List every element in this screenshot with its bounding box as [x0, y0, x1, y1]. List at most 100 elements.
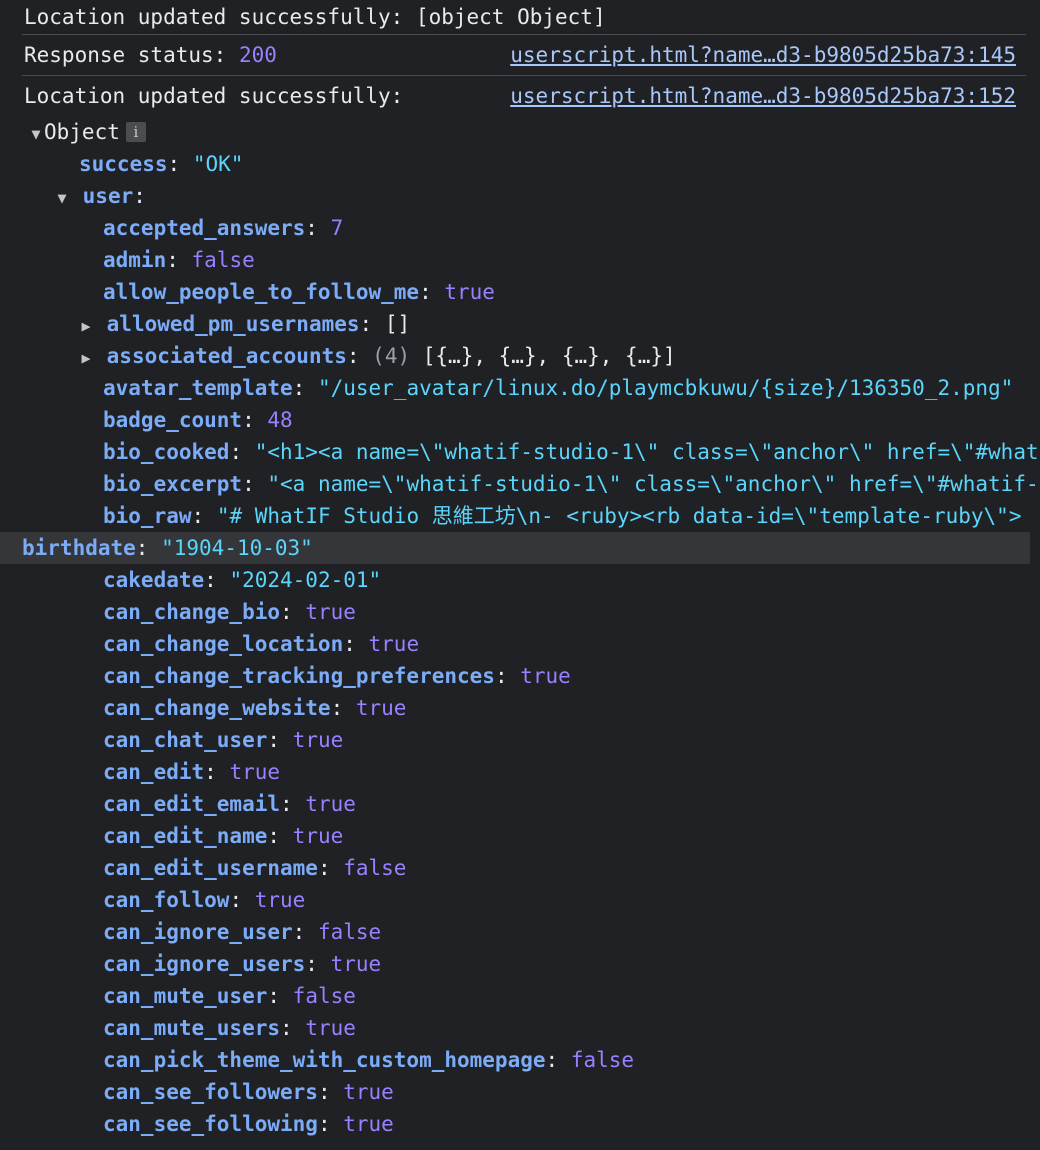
- console-message: Location updated successfully: [object O…: [22, 0, 1026, 34]
- source-link[interactable]: userscript.html?name…d3-b9805d25ba73:145: [510, 35, 1026, 75]
- property-value: "# WhatIF Studio 思維工坊\n- <ruby><rb data-…: [216, 504, 1022, 528]
- property-value: "1904-10-03": [161, 536, 313, 560]
- property-value: true: [254, 888, 306, 912]
- property-value: "<h1><a name=\"whatif-studio-1\" class=\…: [254, 440, 1040, 464]
- property-value: true: [305, 1016, 356, 1040]
- property-row: can_change_location: true: [103, 632, 420, 656]
- property-row: success: "OK": [79, 152, 244, 176]
- property-row: can_pick_theme_with_custom_homepage: fal…: [103, 1048, 635, 1072]
- property-value: false: [191, 248, 255, 272]
- property-key: can_mute_user: [103, 984, 268, 1008]
- property-row[interactable]: ▶ associated_accounts: (4) [{…}, {…}, {……: [22, 340, 1040, 372]
- array-count: (4): [372, 344, 411, 368]
- property-row: cakedate: "2024-02-01": [103, 568, 382, 592]
- triangle-right-icon[interactable]: ▶: [78, 310, 94, 340]
- property-key: can_ignore_user: [103, 920, 293, 944]
- user-row[interactable]: ▼ user:: [22, 180, 1040, 212]
- property-row: bio_raw: "# WhatIF Studio 思維工坊\n- <ruby>…: [103, 504, 1022, 528]
- property-value: true: [292, 824, 344, 848]
- message-label: Response status:: [24, 43, 239, 67]
- property-row: can_ignore_user: false: [103, 920, 382, 944]
- property-row: can_edit: true: [103, 760, 281, 784]
- object-label: Object: [44, 120, 120, 144]
- property-key: associated_accounts: [106, 344, 347, 368]
- console-message: Location updated successfully: userscrip…: [22, 75, 1026, 116]
- property-key: allow_people_to_follow_me: [103, 280, 420, 304]
- property-key: user: [82, 184, 134, 208]
- property-row: can_ignore_users: true: [103, 952, 382, 976]
- object-tree: ▼ Object i success: "OK" ▼ user: accepted_…: [0, 116, 1040, 1140]
- property-value: true: [355, 696, 407, 720]
- property-key: can_mute_users: [103, 1016, 281, 1040]
- property-key: success: [79, 152, 168, 176]
- property-key: bio_raw: [103, 504, 192, 528]
- property-key: can_see_followers: [103, 1080, 318, 1104]
- property-key: can_ignore_users: [103, 952, 306, 976]
- property-key: can_edit_email: [103, 792, 281, 816]
- info-icon[interactable]: i: [125, 122, 146, 142]
- property-key: can_change_tracking_preferences: [103, 664, 495, 688]
- property-row: bio_cooked: "<h1><a name=\"whatif-studio…: [22, 436, 1040, 468]
- property-row: can_edit_username: false: [103, 856, 407, 880]
- property-value: false: [292, 984, 356, 1008]
- property-row: can_mute_user: false: [103, 984, 356, 1008]
- property-value: []: [384, 312, 411, 336]
- property-value: "/user_avatar/linux.do/playmcbkuwu/{size…: [317, 376, 1014, 400]
- property-value: true: [343, 1080, 394, 1104]
- property-value: true: [305, 792, 356, 816]
- property-row: can_edit_name: true: [103, 824, 344, 848]
- property-key: cakedate: [103, 568, 205, 592]
- triangle-down-icon[interactable]: ▼: [54, 182, 70, 212]
- console-panel: Location updated successfully: [object O…: [0, 0, 1040, 1150]
- property-row[interactable]: ▶ allowed_pm_usernames: []: [22, 308, 1040, 340]
- property-key: bio_cooked: [103, 440, 230, 464]
- property-value: true: [292, 728, 344, 752]
- property-key: can_follow: [103, 888, 230, 912]
- property-row: allow_people_to_follow_me: true: [103, 280, 495, 304]
- property-key: allowed_pm_usernames: [106, 312, 360, 336]
- message-text: Location updated successfully: [object O…: [24, 5, 606, 29]
- property-value: true: [305, 600, 356, 624]
- property-row: accepted_answers: 7: [103, 216, 344, 240]
- triangle-right-icon[interactable]: ▶: [78, 342, 94, 372]
- object-root-row[interactable]: ▼ Object i: [22, 116, 1040, 148]
- property-row: admin: false: [103, 248, 255, 272]
- property-row: can_chat_user: true: [103, 728, 344, 752]
- property-value: 7: [330, 216, 344, 240]
- property-key: can_edit: [103, 760, 205, 784]
- status-code: 200: [238, 43, 277, 67]
- property-value: false: [317, 920, 382, 944]
- property-key: can_pick_theme_with_custom_homepage: [103, 1048, 546, 1072]
- property-row: birthdate: "1904-10-03": [0, 532, 1030, 564]
- property-value: true: [330, 952, 382, 976]
- property-key: badge_count: [103, 408, 243, 432]
- property-row: can_edit_email: true: [103, 792, 356, 816]
- property-key: bio_excerpt: [103, 472, 243, 496]
- console-message: Response status: 200 userscript.html?nam…: [22, 34, 1026, 75]
- source-link[interactable]: userscript.html?name…d3-b9805d25ba73:152: [510, 76, 1026, 116]
- property-value: 48: [267, 408, 293, 432]
- property-value: true: [343, 1112, 394, 1136]
- property-row: can_change_bio: true: [103, 600, 356, 624]
- property-row: can_see_followers: true: [103, 1080, 394, 1104]
- property-value: "<a name=\"whatif-studio-1\" class=\"anc…: [267, 472, 1040, 496]
- message-text: Location updated successfully:: [24, 84, 404, 108]
- triangle-down-icon[interactable]: ▼: [28, 118, 44, 148]
- property-row: bio_excerpt: "<a name=\"whatif-studio-1\…: [22, 468, 1040, 500]
- property-key: avatar_template: [103, 376, 293, 400]
- property-key: can_change_location: [103, 632, 344, 656]
- property-row: can_change_website: true: [103, 696, 407, 720]
- property-value: true: [444, 280, 495, 304]
- property-key: birthdate: [22, 536, 136, 560]
- property-value: true: [368, 632, 420, 656]
- property-key: can_chat_user: [103, 728, 268, 752]
- message-text: Response status: 200: [24, 35, 277, 75]
- property-key: admin: [103, 248, 167, 272]
- property-row: can_follow: true: [103, 888, 306, 912]
- property-row: badge_count: 48: [103, 408, 293, 432]
- property-row: avatar_template: "/user_avatar/linux.do/…: [103, 376, 1014, 400]
- property-key: accepted_answers: [103, 216, 306, 240]
- property-key: can_see_following: [103, 1112, 318, 1136]
- property-value: [{…}, {…}, {…}, {…}]: [422, 344, 676, 368]
- user-properties: accepted_answers: 7 admin: false allow_peo…: [0, 212, 1040, 1140]
